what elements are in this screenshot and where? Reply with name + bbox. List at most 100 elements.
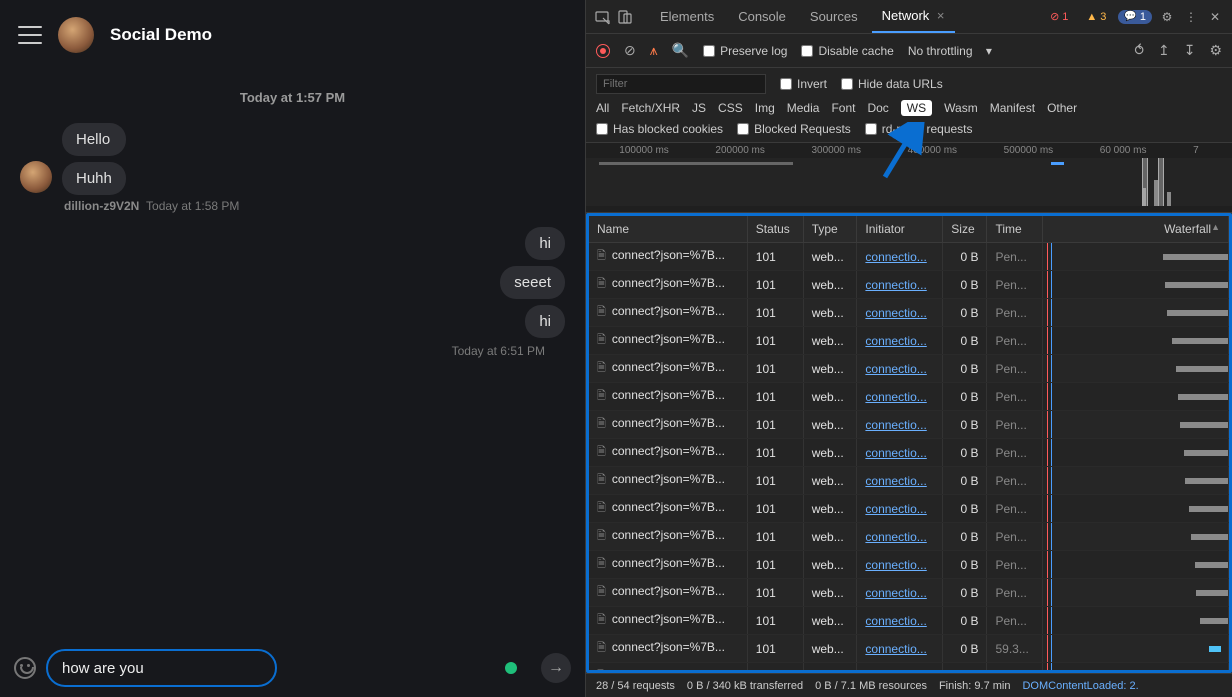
wifi-icon[interactable]: ⥀ [1134,42,1144,59]
col-type[interactable]: Type [803,216,857,243]
col-status[interactable]: Status [747,216,803,243]
req-initiator: connectio... [857,551,943,579]
blocked-cookies-checkbox[interactable]: Has blocked cookies [596,122,723,136]
type-filter-font[interactable]: Font [831,101,855,115]
type-filter-wasm[interactable]: Wasm [944,101,978,115]
req-size: 0 B [943,299,987,327]
avatar[interactable] [20,161,52,193]
filter-icon[interactable]: ⩚ [650,42,658,59]
req-status: 101 [747,299,803,327]
finish-time: Finish: 9.7 min [939,680,1011,692]
record-button[interactable] [596,44,610,58]
message-bubble: Hello [62,123,126,156]
timeline-overview[interactable]: 100000 ms200000 ms300000 ms400000 ms5000… [586,143,1232,213]
disable-cache-checkbox[interactable]: Disable cache [801,44,893,58]
col-time[interactable]: Time [987,216,1042,243]
upload-icon[interactable]: ↥ [1158,42,1170,59]
close-icon[interactable]: × [933,8,944,23]
tab-console[interactable]: Console [728,1,796,32]
request-row[interactable]: connect?json=%7B... 101 web... connectio… [589,355,1229,383]
tab-network[interactable]: Network × [872,0,955,33]
type-filter-all[interactable]: All [596,101,609,115]
req-initiator: connectio... [857,523,943,551]
resources: 0 B / 7.1 MB resources [815,680,927,692]
req-waterfall [1042,523,1228,551]
third-party-checkbox[interactable]: rd-party requests [865,122,973,136]
req-time: Pen... [987,383,1042,411]
request-row[interactable]: connect?json=%7B... 101 web... connectio… [589,327,1229,355]
type-filter-fetch-xhr[interactable]: Fetch/XHR [621,101,680,115]
gear-icon[interactable]: ⚙ [1209,42,1222,59]
inspect-icon[interactable] [594,8,612,26]
clear-icon[interactable]: ⊘ [624,42,636,59]
request-row[interactable]: connect?json=%7B... 101 web... connectio… [589,383,1229,411]
hide-data-urls-checkbox[interactable]: Hide data URLs [841,77,943,91]
request-row[interactable]: connect?json=%7B... 101 web... connectio… [589,551,1229,579]
error-badge[interactable]: 1 [1044,9,1074,24]
type-filter-ws[interactable]: WS [901,100,932,116]
invert-checkbox[interactable]: Invert [780,77,827,91]
type-filter-media[interactable]: Media [787,101,820,115]
filter-input[interactable] [596,74,766,94]
message-input[interactable] [46,649,277,687]
req-type: web... [803,467,857,495]
warning-badge[interactable]: 3 [1080,10,1112,24]
req-waterfall [1042,243,1228,271]
request-row[interactable]: connect?json=%7B... 101 web... connectio… [589,467,1229,495]
req-status: 101 [747,355,803,383]
emoji-icon[interactable] [14,657,36,679]
request-row[interactable]: connect?json=%7B... 101 web... connectio… [589,495,1229,523]
type-filter-img[interactable]: Img [755,101,775,115]
type-filter-doc[interactable]: Doc [867,101,888,115]
request-row[interactable]: connect?json=%7B... 101 web... connectio… [589,439,1229,467]
req-initiator: connectio... [857,439,943,467]
blocked-requests-checkbox[interactable]: Blocked Requests [737,122,851,136]
gear-icon[interactable]: ⚙ [1158,8,1176,26]
request-row[interactable]: connect?json=%7B... 101 web... connectio… [589,523,1229,551]
req-initiator: connectio... [857,411,943,439]
req-waterfall [1042,299,1228,327]
menu-icon[interactable] [18,26,42,44]
send-button[interactable]: → [541,653,571,683]
request-row[interactable]: connect?json=%7B... 101 web... connectio… [589,579,1229,607]
request-row[interactable]: connect?json=%7B... 101 web... connectio… [589,663,1229,674]
throttling-select[interactable]: No throttling ▾ [908,44,992,58]
request-row[interactable]: connect?json=%7B... 101 web... connectio… [589,271,1229,299]
more-icon[interactable]: ⋮ [1182,8,1200,26]
message-bubble: hi [525,305,565,338]
network-toolbar: ⊘ ⩚ 🔍 Preserve log Disable cache No thro… [586,34,1232,68]
req-waterfall [1042,635,1228,663]
network-table[interactable]: NameStatusTypeInitiatorSizeTimeWaterfall… [586,213,1232,673]
chat-scroll[interactable]: Today at 1:57 PM Hello Huhh dillion-z9V2… [0,70,585,639]
req-time: Pen... [987,411,1042,439]
req-status: 101 [747,411,803,439]
col-waterfall[interactable]: Waterfall▲ [1042,216,1228,243]
tab-sources[interactable]: Sources [800,1,868,32]
req-time: Pen... [987,607,1042,635]
device-icon[interactable] [616,8,634,26]
req-size: 0 B [943,355,987,383]
request-row[interactable]: connect?json=%7B... 101 web... connectio… [589,635,1229,663]
request-row[interactable]: connect?json=%7B... 101 web... connectio… [589,607,1229,635]
req-waterfall [1042,411,1228,439]
col-name[interactable]: Name [589,216,747,243]
col-size[interactable]: Size [943,216,987,243]
req-time: Pen... [987,271,1042,299]
preserve-log-checkbox[interactable]: Preserve log [703,44,787,58]
avatar[interactable] [58,17,94,53]
search-icon[interactable]: 🔍 [672,42,689,59]
type-filter-manifest[interactable]: Manifest [990,101,1035,115]
type-filter-css[interactable]: CSS [718,101,743,115]
request-row[interactable]: connect?json=%7B... 101 web... connectio… [589,243,1229,271]
info-badge[interactable]: 1 [1118,10,1152,24]
request-row[interactable]: connect?json=%7B... 101 web... connectio… [589,299,1229,327]
close-icon[interactable]: ✕ [1206,8,1224,26]
type-filter-js[interactable]: JS [692,101,706,115]
tab-elements[interactable]: Elements [650,1,724,32]
req-waterfall [1042,355,1228,383]
type-filter-other[interactable]: Other [1047,101,1077,115]
download-icon[interactable]: ↧ [1184,42,1196,59]
col-initiator[interactable]: Initiator [857,216,943,243]
request-row[interactable]: connect?json=%7B... 101 web... connectio… [589,411,1229,439]
req-time: 59.3... [987,635,1042,663]
